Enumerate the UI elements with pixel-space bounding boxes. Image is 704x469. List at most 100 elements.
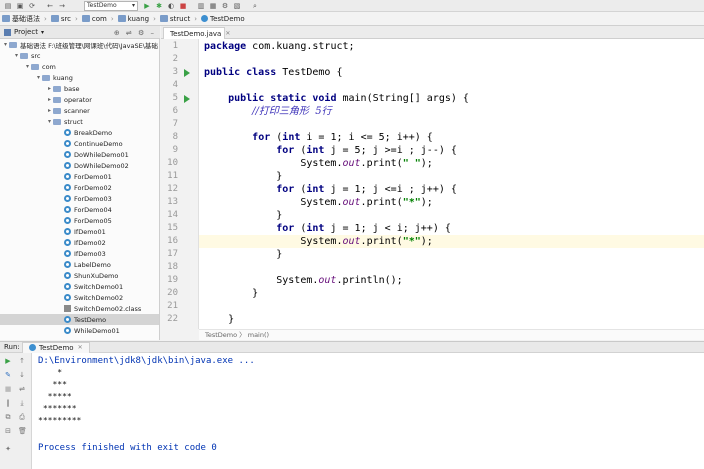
pause-icon[interactable]: ‖ bbox=[4, 399, 12, 407]
tree-item-file[interactable]: IfDemo03 bbox=[0, 248, 159, 259]
scroll-down-icon[interactable]: ↓ bbox=[18, 371, 26, 379]
tree-item-folder[interactable]: ▾ com bbox=[0, 61, 159, 72]
sync-icon[interactable]: ⟳ bbox=[28, 2, 36, 10]
build-icon[interactable]: ▥ bbox=[197, 2, 205, 10]
tree-item-file[interactable]: SwitchDemo02.class bbox=[0, 303, 159, 314]
run-icon[interactable]: ▶ bbox=[143, 2, 151, 10]
tree-item-file[interactable]: ContinueDemo bbox=[0, 138, 159, 149]
line-number: 6 bbox=[172, 106, 178, 116]
nav-item-com[interactable]: com bbox=[81, 15, 107, 23]
forward-icon[interactable]: → bbox=[58, 2, 66, 10]
scroll-end-icon[interactable]: ⤓ bbox=[18, 399, 26, 407]
folder-icon bbox=[53, 107, 61, 114]
tree-item-folder[interactable]: ▾ struct bbox=[0, 116, 159, 127]
nav-item-src[interactable]: src bbox=[50, 15, 71, 23]
tree-item-file[interactable]: ForDemo02 bbox=[0, 182, 159, 193]
print-icon[interactable]: ⎙ bbox=[18, 413, 26, 421]
chevron-down-icon[interactable]: ▾ bbox=[41, 29, 44, 36]
tree-item-file[interactable]: DoWhileDemo02 bbox=[0, 160, 159, 171]
tree-item-file[interactable]: IfDemo01 bbox=[0, 226, 159, 237]
stop-icon[interactable]: ■ bbox=[179, 2, 187, 10]
tree-item-file[interactable]: WhileDemo01 bbox=[0, 325, 159, 336]
tab-testdemo-java[interactable]: TestDemo.java ✕ bbox=[163, 27, 230, 39]
stop-icon[interactable]: ■ bbox=[4, 385, 12, 393]
debug-icon[interactable]: ✱ bbox=[155, 2, 163, 10]
tree-item-folder[interactable]: ▸ base bbox=[0, 83, 159, 94]
tree-item-folder[interactable]: ▸ scanner bbox=[0, 105, 159, 116]
nav-item-kuang[interactable]: kuang bbox=[117, 15, 149, 23]
settings-icon[interactable]: ⚙ bbox=[221, 2, 229, 10]
tree-item-file[interactable]: DoWhileDemo01 bbox=[0, 149, 159, 160]
trash-icon[interactable]: 🗑 bbox=[18, 427, 27, 435]
chevron-down-icon[interactable]: ▾ bbox=[24, 63, 31, 70]
save-icon[interactable]: ▣ bbox=[16, 2, 24, 10]
tree-item-file[interactable]: LabelDemo bbox=[0, 259, 159, 270]
wrench-icon[interactable]: ✎ bbox=[4, 371, 12, 379]
sdk-icon[interactable]: ▧ bbox=[233, 2, 241, 10]
soft-wrap-icon[interactable]: ⇌ bbox=[18, 385, 26, 393]
editor-breadcrumb[interactable]: TestDemo 〉 main() bbox=[199, 329, 704, 340]
code-line: } bbox=[204, 313, 234, 326]
project-panel-header[interactable]: Project ▾ ⊕ ⇌ ⚙ – bbox=[0, 26, 160, 39]
tree-item-label: BreakDemo bbox=[74, 128, 113, 137]
tree-item-file[interactable]: ForDemo05 bbox=[0, 215, 159, 226]
folder-icon bbox=[53, 96, 61, 103]
code-line: } bbox=[204, 209, 282, 222]
structure-icon[interactable]: ▦ bbox=[209, 2, 217, 10]
rerun-icon[interactable]: ▶ bbox=[4, 357, 12, 365]
code-token: public static void bbox=[228, 93, 343, 104]
run-tab-testdemo[interactable]: TestDemo ✕ bbox=[22, 341, 90, 353]
tree-item-folder[interactable]: ▾ 基础语法 F:\班级管理\网课班\代码\JavaSE\基础 bbox=[0, 39, 159, 50]
console-output[interactable]: D:\Environment\jdk8\jdk\bin\java.exe ...… bbox=[32, 353, 704, 469]
back-icon[interactable]: ← bbox=[46, 2, 54, 10]
restore-layout-icon[interactable]: ⊟ bbox=[4, 427, 12, 435]
tree-item-folder[interactable]: ▾ src bbox=[0, 50, 159, 61]
tree-item-file[interactable]: SwitchDemo01 bbox=[0, 281, 159, 292]
chevron-down-icon[interactable]: ▾ bbox=[13, 52, 20, 59]
tree-item-file[interactable]: ShunXuDemo bbox=[0, 270, 159, 281]
chevron-down-icon[interactable]: ▾ bbox=[35, 74, 42, 81]
coverage-icon[interactable]: ◐ bbox=[167, 2, 175, 10]
pin-icon[interactable]: ✦ bbox=[4, 445, 12, 453]
tree-item-file[interactable]: IfDemo02 bbox=[0, 237, 159, 248]
tree-item-label: WhileDemo01 bbox=[74, 326, 120, 335]
panel-tools[interactable]: ⊕ ⇌ ⚙ – bbox=[114, 29, 156, 37]
chevron-right-icon[interactable]: ▸ bbox=[46, 96, 53, 103]
code-token: j = 1; j < i; j++) { bbox=[330, 223, 451, 234]
chevron-right-icon[interactable]: ▸ bbox=[46, 85, 53, 92]
code-editor[interactable]: package com.kuang.struct; public class Te… bbox=[199, 39, 704, 329]
run-config-select[interactable]: TestDemo ▾ bbox=[84, 1, 138, 11]
close-icon[interactable]: ✕ bbox=[78, 344, 83, 351]
tree-item-label: DoWhileDemo02 bbox=[74, 161, 129, 170]
chevron-right-icon[interactable]: ▸ bbox=[46, 107, 53, 114]
tree-item-file[interactable]: ForDemo03 bbox=[0, 193, 159, 204]
code-line: public class TestDemo { bbox=[204, 66, 343, 79]
tree-item-file[interactable]: ForDemo04 bbox=[0, 204, 159, 215]
tree-item-folder[interactable]: ▾ kuang bbox=[0, 72, 159, 83]
tree-item-folder[interactable]: ▸ operator bbox=[0, 94, 159, 105]
nav-item-module[interactable]: 基础语法 bbox=[2, 14, 40, 24]
run-gutter-icon[interactable] bbox=[184, 95, 190, 103]
code-token: .println(); bbox=[336, 275, 403, 286]
java-class-icon bbox=[64, 173, 71, 180]
line-number: 4 bbox=[172, 80, 178, 90]
line-number: 21 bbox=[167, 301, 178, 311]
chevron-down-icon[interactable]: ▾ bbox=[2, 41, 9, 48]
nav-item-struct[interactable]: struct bbox=[159, 15, 190, 23]
dump-threads-icon[interactable]: ⧉ bbox=[4, 413, 12, 421]
chevron-down-icon[interactable]: ▾ bbox=[46, 118, 53, 125]
tree-item-file[interactable]: BreakDemo bbox=[0, 127, 159, 138]
folder-open-icon[interactable]: ▤ bbox=[4, 2, 12, 10]
tree-item-file[interactable]: SwitchDemo02 bbox=[0, 292, 159, 303]
search-icon[interactable]: ⌕ bbox=[251, 2, 259, 10]
code-line: public static void main(String[] args) { bbox=[204, 92, 469, 105]
tree-item-file[interactable]: TestDemo bbox=[0, 314, 159, 325]
run-gutter-icon[interactable] bbox=[184, 69, 190, 77]
code-line: for (int j = 1; j <=i ; j++) { bbox=[204, 183, 457, 196]
tree-item-file[interactable]: ForDemo01 bbox=[0, 171, 159, 182]
console-line: ***** bbox=[38, 392, 72, 401]
nav-item-testdemo[interactable]: TestDemo bbox=[201, 15, 245, 23]
scroll-up-icon[interactable]: ↑ bbox=[18, 357, 26, 365]
close-icon[interactable]: ✕ bbox=[225, 30, 230, 37]
